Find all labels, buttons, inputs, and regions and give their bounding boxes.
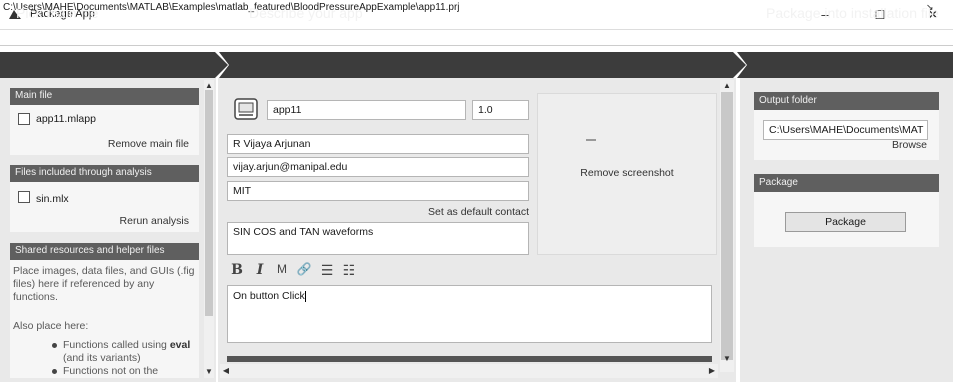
scroll-down-icon[interactable]: ▼	[722, 354, 732, 363]
bullet-eval: Functions called using eval	[63, 339, 190, 352]
output-folder-input[interactable]: C:\Users\MAHE\Documents\MAT	[763, 120, 928, 140]
math-button[interactable]: M	[276, 262, 288, 278]
summary-input[interactable]: SIN COS and TAN waveforms	[227, 222, 529, 255]
email-input[interactable]: vijay.arjun@manipal.edu	[227, 157, 529, 177]
scroll-down-icon[interactable]: ▼	[204, 367, 214, 376]
analysis-file-name[interactable]: sin.mlx	[36, 193, 69, 205]
main-file-name[interactable]: app11.mlapp	[36, 113, 96, 125]
project-path-bar[interactable]	[0, 29, 953, 46]
description-editor[interactable]: On button Click	[227, 285, 712, 343]
scroll-left-icon[interactable]: ◀	[221, 366, 231, 375]
shared-resources-heading: Shared resources and helper files	[10, 243, 199, 260]
company-input[interactable]: MIT	[227, 181, 529, 201]
bullet-icon	[52, 343, 57, 348]
step-header	[0, 52, 953, 78]
mlx-file-icon	[18, 191, 30, 203]
screenshot-thumbnail	[586, 139, 596, 141]
step-describe-app: Describe your app	[249, 5, 363, 21]
app-icon-selector-icon[interactable]	[234, 98, 258, 120]
next-section-header	[227, 356, 712, 362]
description-text: On button Click	[233, 290, 305, 302]
text-cursor	[304, 290, 306, 302]
middle-scroll-thumb[interactable]	[721, 92, 733, 360]
app-name-input[interactable]: app11	[267, 100, 466, 120]
author-input[interactable]: R Vijaya Arjunan	[227, 134, 529, 154]
package-heading: Package	[754, 174, 939, 192]
scroll-up-icon[interactable]: ▲	[204, 81, 214, 90]
mlapp-file-icon	[18, 113, 30, 125]
output-folder-heading: Output folder	[754, 92, 939, 110]
bullet-not-on-path: Functions not on the	[63, 365, 159, 377]
scroll-right-icon[interactable]: ▶	[707, 366, 717, 375]
remove-main-file-button[interactable]: Remove main file	[69, 138, 189, 150]
also-place-label: Also place here:	[13, 320, 89, 332]
horizontal-scrollbar[interactable]	[220, 364, 718, 378]
step-pick-main-file: Pick main file	[16, 5, 99, 21]
rerun-analysis-button[interactable]: Rerun analysis	[69, 215, 189, 227]
bullet-icon	[52, 369, 57, 374]
package-button[interactable]: Package	[785, 212, 906, 232]
shared-resources-text: Place images, data files, and GUIs (.fig…	[13, 265, 195, 303]
step-arrow-icon	[733, 52, 747, 78]
italic-button[interactable]: I	[254, 262, 266, 278]
bullet-list-button[interactable]: ☰	[319, 262, 335, 278]
step-package: Package into installation file	[766, 5, 939, 21]
bullet-eval-keyword: eval	[169, 339, 191, 351]
browse-button[interactable]: Browse	[860, 139, 927, 151]
set-default-contact-button[interactable]: Set as default contact	[380, 206, 529, 218]
bullet-eval-text: Functions called using	[63, 339, 170, 351]
step-arrow-icon	[215, 52, 229, 78]
analysis-heading: Files included through analysis	[10, 165, 199, 182]
main-file-heading: Main file	[10, 88, 199, 105]
numbered-list-button[interactable]: ☷	[341, 262, 357, 278]
bullet-eval-variants: (and its variants)	[63, 352, 141, 364]
scroll-up-icon[interactable]: ▲	[722, 81, 732, 90]
left-scroll-thumb[interactable]	[205, 90, 213, 316]
version-input[interactable]: 1.0	[472, 100, 529, 120]
bold-button[interactable]: B	[230, 262, 244, 278]
link-button[interactable]: 🔗	[296, 262, 312, 278]
remove-screenshot-button[interactable]: Remove screenshot	[537, 167, 717, 179]
